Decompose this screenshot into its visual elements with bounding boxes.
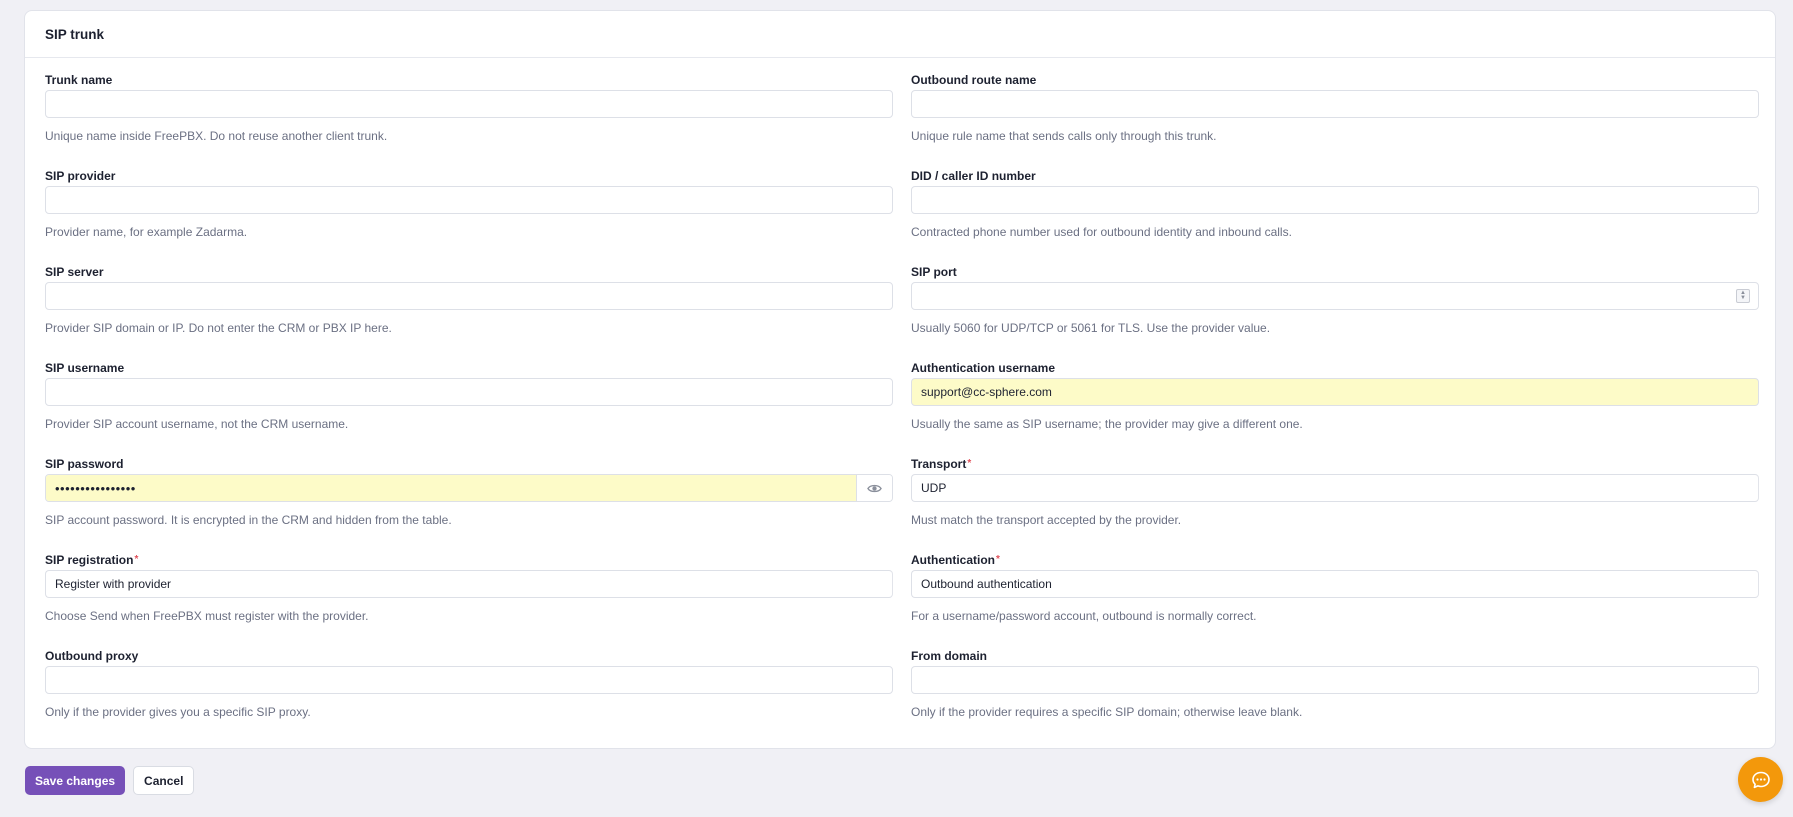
sip-port-help: Usually 5060 for UDP/TCP or 5061 for TLS… bbox=[911, 321, 1271, 335]
auth-username-label: Authentication username bbox=[911, 361, 1056, 375]
sip-password-help: SIP account password. It is encrypted in… bbox=[45, 513, 452, 527]
transport-help: Must match the transport accepted by the… bbox=[911, 513, 1182, 527]
did-help: Contracted phone number used for outboun… bbox=[911, 225, 1292, 239]
auth-username-help: Usually the same as SIP username; the pr… bbox=[911, 417, 1303, 431]
form-grid: Trunk name Unique name inside FreePBX. D… bbox=[45, 72, 1759, 744]
sip-username-label: SIP username bbox=[45, 361, 125, 375]
sip-password-field: SIP password •••••••••••••••• SIP accoun… bbox=[45, 456, 893, 552]
required-marker: * bbox=[967, 458, 972, 469]
sip-registration-field: SIP registration* Register with provider… bbox=[45, 552, 893, 648]
outbound-route-name-help: Unique rule name that sends calls only t… bbox=[911, 129, 1217, 143]
did-label: DID / caller ID number bbox=[911, 169, 1036, 183]
sip-trunk-card: SIP trunk Trunk name Unique name inside … bbox=[24, 10, 1776, 749]
sip-registration-label: SIP registration* bbox=[45, 552, 893, 568]
eye-icon[interactable] bbox=[857, 475, 892, 501]
sip-provider-label: SIP provider bbox=[45, 169, 116, 183]
sip-provider-field: SIP provider Provider name, for example … bbox=[45, 168, 893, 264]
sip-registration-select[interactable]: Register with provider bbox=[45, 570, 893, 598]
sip-port-input[interactable]: ▲ ▼ bbox=[911, 282, 1759, 310]
sip-server-field: SIP server Provider SIP domain or IP. Do… bbox=[45, 264, 893, 360]
chat-bubble-icon[interactable] bbox=[1738, 757, 1783, 802]
form-actions: Save changes Cancel bbox=[25, 766, 195, 795]
sip-port-label: SIP port bbox=[911, 265, 957, 279]
sip-registration-label-text: SIP registration bbox=[45, 553, 134, 567]
transport-label-text: Transport bbox=[911, 457, 967, 471]
transport-label: Transport* bbox=[911, 456, 1759, 472]
number-stepper-icon[interactable]: ▲ ▼ bbox=[1736, 289, 1750, 303]
authentication-help: For a username/password account, outboun… bbox=[911, 609, 1257, 623]
transport-field: Transport* UDP Must match the transport … bbox=[911, 456, 1759, 552]
sip-provider-help: Provider name, for example Zadarma. bbox=[45, 225, 248, 239]
authentication-label: Authentication* bbox=[911, 552, 1759, 568]
trunk-name-label: Trunk name bbox=[45, 73, 113, 87]
sip-username-input[interactable] bbox=[45, 378, 893, 406]
from-domain-field: From domain Only if the provider require… bbox=[911, 648, 1759, 744]
sip-registration-help: Choose Send when FreePBX must register w… bbox=[45, 609, 369, 623]
required-marker: * bbox=[134, 554, 139, 565]
trunk-name-help: Unique name inside FreePBX. Do not reuse… bbox=[45, 129, 388, 143]
from-domain-help: Only if the provider requires a specific… bbox=[911, 705, 1303, 719]
authentication-label-text: Authentication bbox=[911, 553, 995, 567]
authentication-field: Authentication* Outbound authentication … bbox=[911, 552, 1759, 648]
required-marker: * bbox=[996, 554, 1000, 565]
outbound-proxy-help: Only if the provider gives you a specifi… bbox=[45, 705, 311, 719]
from-domain-label: From domain bbox=[911, 649, 988, 663]
cancel-button[interactable]: Cancel bbox=[133, 766, 195, 795]
authentication-select[interactable]: Outbound authentication bbox=[911, 570, 1759, 598]
auth-username-input[interactable]: support@cc-sphere.com bbox=[911, 378, 1759, 406]
trunk-name-input[interactable] bbox=[45, 90, 893, 118]
sip-password-input[interactable]: •••••••••••••••• bbox=[46, 475, 857, 501]
sip-server-label: SIP server bbox=[45, 265, 104, 279]
sip-username-help: Provider SIP account username, not the C… bbox=[45, 417, 349, 431]
save-button[interactable]: Save changes bbox=[25, 766, 126, 795]
outbound-route-name-label: Outbound route name bbox=[911, 73, 1037, 87]
from-domain-input[interactable] bbox=[911, 666, 1759, 694]
card-header: SIP trunk bbox=[25, 11, 1775, 58]
sip-provider-input[interactable] bbox=[45, 186, 893, 214]
sip-server-help: Provider SIP domain or IP. Do not enter … bbox=[45, 321, 392, 335]
sip-server-input[interactable] bbox=[45, 282, 893, 310]
card-title: SIP trunk bbox=[45, 26, 105, 42]
auth-username-field: Authentication username support@cc-spher… bbox=[911, 360, 1759, 456]
sip-port-field: SIP port ▲ ▼ Usually 5060 for UDP/TCP or … bbox=[911, 264, 1759, 360]
outbound-proxy-input[interactable] bbox=[45, 666, 893, 694]
outbound-route-name-field: Outbound route name Unique rule name tha… bbox=[911, 72, 1759, 168]
sip-password-group: •••••••••••••••• bbox=[45, 474, 893, 502]
outbound-route-name-input[interactable] bbox=[911, 90, 1759, 118]
outbound-proxy-label: Outbound proxy bbox=[45, 649, 139, 663]
outbound-proxy-field: Outbound proxy Only if the provider give… bbox=[45, 648, 893, 744]
did-input[interactable] bbox=[911, 186, 1759, 214]
sip-password-label: SIP password bbox=[45, 457, 124, 471]
sip-username-field: SIP username Provider SIP account userna… bbox=[45, 360, 893, 456]
trunk-name-field: Trunk name Unique name inside FreePBX. D… bbox=[45, 72, 893, 168]
did-field: DID / caller ID number Contracted phone … bbox=[911, 168, 1759, 264]
transport-select[interactable]: UDP bbox=[911, 474, 1759, 502]
